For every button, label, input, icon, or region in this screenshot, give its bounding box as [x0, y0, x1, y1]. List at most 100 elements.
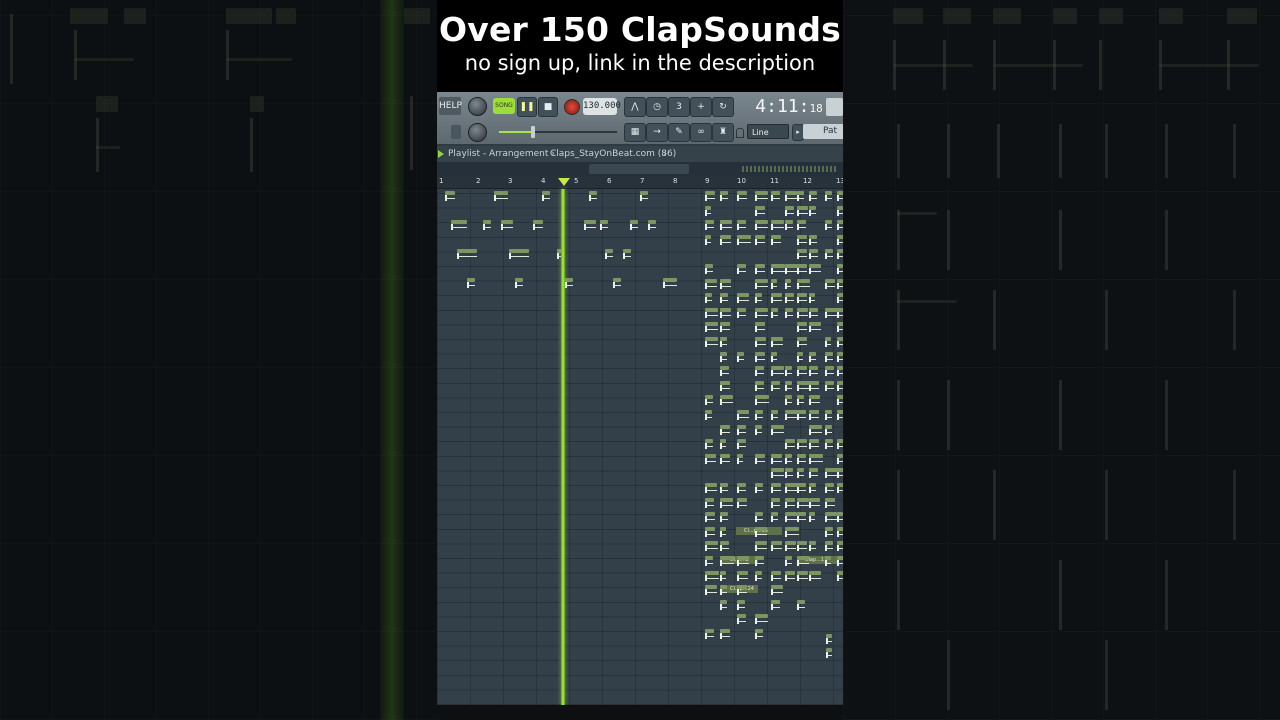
- pattern-clip[interactable]: [809, 308, 818, 318]
- blend-notes-icon[interactable]: +: [690, 97, 712, 117]
- pattern-clip[interactable]: [720, 425, 730, 435]
- pattern-clip[interactable]: [755, 337, 766, 347]
- pattern-clip[interactable]: [837, 264, 843, 274]
- pattern-clip[interactable]: [797, 337, 807, 347]
- pattern-clip[interactable]: [785, 571, 795, 581]
- pattern-clip[interactable]: [825, 425, 832, 435]
- pattern-clip[interactable]: [720, 556, 734, 566]
- pattern-clip[interactable]: [737, 439, 746, 449]
- pattern-clip[interactable]: [755, 556, 764, 566]
- pattern-clip[interactable]: [809, 483, 816, 493]
- pattern-clip[interactable]: [457, 249, 477, 259]
- pattern-clip[interactable]: [785, 381, 792, 391]
- pattern-clip[interactable]: [705, 395, 713, 405]
- pattern-clip[interactable]: [785, 541, 796, 551]
- pattern-clip[interactable]: [445, 191, 455, 201]
- pattern-clip[interactable]: [451, 220, 467, 230]
- pattern-clip[interactable]: [720, 191, 728, 201]
- pattern-clip[interactable]: [837, 556, 843, 566]
- pattern-clip[interactable]: [737, 191, 747, 201]
- record-button[interactable]: [564, 99, 580, 115]
- pattern-clip[interactable]: [755, 293, 762, 303]
- pattern-clip[interactable]: [809, 381, 819, 391]
- pattern-clip[interactable]: [720, 322, 730, 332]
- pattern-clip[interactable]: [755, 235, 765, 245]
- volume-thumb[interactable]: [531, 126, 535, 138]
- pattern-clip[interactable]: [837, 541, 843, 551]
- pattern-clip[interactable]: [837, 571, 843, 581]
- pitch-knob-icon[interactable]: [468, 123, 487, 142]
- pattern-clip[interactable]: [755, 352, 765, 362]
- pattern-clip[interactable]: [797, 571, 808, 581]
- pattern-clip[interactable]: [705, 279, 717, 289]
- pattern-clip[interactable]: [720, 527, 726, 537]
- pattern-clip[interactable]: [605, 249, 613, 259]
- pattern-clip[interactable]: [720, 454, 730, 464]
- pattern-clip[interactable]: [755, 629, 763, 639]
- pattern-clip[interactable]: [755, 395, 769, 405]
- pattern-clip[interactable]: [755, 527, 767, 537]
- pattern-clip[interactable]: [771, 337, 783, 347]
- pattern-clip[interactable]: [797, 308, 808, 318]
- loop-record-icon[interactable]: ↻: [712, 97, 734, 117]
- pattern-clip[interactable]: [737, 352, 744, 362]
- pattern-clip[interactable]: [501, 220, 513, 230]
- pattern-clip[interactable]: [705, 235, 711, 245]
- pattern-clip[interactable]: [809, 439, 819, 449]
- pattern-clip[interactable]: [785, 366, 792, 376]
- pattern-clip[interactable]: [737, 235, 751, 245]
- pattern-clip[interactable]: [771, 571, 781, 581]
- pattern-clip[interactable]: [720, 235, 731, 245]
- pattern-clip[interactable]: [797, 498, 809, 508]
- pattern-clip[interactable]: [705, 498, 714, 508]
- pattern-clip[interactable]: [837, 512, 843, 522]
- pattern-clip[interactable]: [720, 541, 729, 551]
- pattern-clip[interactable]: [797, 191, 804, 201]
- pattern-clip[interactable]: [837, 322, 843, 332]
- stop-button[interactable]: ■: [538, 97, 558, 117]
- scrollbar-thumb[interactable]: [589, 164, 689, 174]
- pattern-clip[interactable]: [755, 191, 768, 201]
- song-mode-button[interactable]: SONG: [493, 98, 515, 114]
- pattern-clip[interactable]: [771, 541, 782, 551]
- pattern-clip[interactable]: [771, 235, 781, 245]
- pattern-clip[interactable]: [720, 279, 731, 289]
- pattern-clip[interactable]: [797, 541, 807, 551]
- pattern-clip[interactable]: [705, 191, 715, 201]
- pattern-clip[interactable]: [785, 206, 794, 216]
- pattern-clip[interactable]: [825, 512, 837, 522]
- pattern-clip[interactable]: [705, 512, 715, 522]
- pattern-clip[interactable]: [785, 512, 797, 522]
- pattern-clip[interactable]: [809, 498, 820, 508]
- pattern-clip[interactable]: [705, 322, 718, 332]
- pattern-clip[interactable]: [797, 206, 808, 216]
- pattern-clip[interactable]: [720, 512, 728, 522]
- pattern-clip[interactable]: [837, 468, 843, 478]
- pattern-clip[interactable]: [755, 425, 762, 435]
- pattern-clip[interactable]: [797, 352, 803, 362]
- pattern-clip[interactable]: [825, 220, 832, 230]
- countdown-icon[interactable]: 3: [668, 97, 690, 117]
- pattern-clip[interactable]: [837, 439, 843, 449]
- pattern-clip[interactable]: [797, 264, 807, 274]
- pattern-clip[interactable]: [797, 249, 807, 259]
- pattern-clip[interactable]: [837, 279, 843, 289]
- plugin-icon[interactable]: ♜: [712, 123, 734, 142]
- pattern-clip[interactable]: [797, 366, 807, 376]
- pattern-clip[interactable]: [755, 483, 763, 493]
- pattern-clip[interactable]: [755, 366, 764, 376]
- pattern-clip[interactable]: [771, 220, 784, 230]
- pattern-clip[interactable]: [755, 308, 768, 318]
- pattern-clip[interactable]: [809, 249, 818, 259]
- pattern-clip[interactable]: [705, 454, 716, 464]
- pattern-clip[interactable]: [705, 293, 712, 303]
- pattern-clip[interactable]: [755, 381, 764, 391]
- pattern-clip[interactable]: [755, 571, 762, 581]
- pattern-clip[interactable]: [837, 527, 843, 537]
- pattern-clip[interactable]: [837, 352, 843, 362]
- pattern-clip[interactable]: [771, 600, 780, 610]
- pattern-clip[interactable]: [720, 337, 727, 347]
- pattern-clip[interactable]: [837, 191, 843, 201]
- pattern-clip[interactable]: [809, 395, 820, 405]
- pattern-clip[interactable]: [797, 395, 804, 405]
